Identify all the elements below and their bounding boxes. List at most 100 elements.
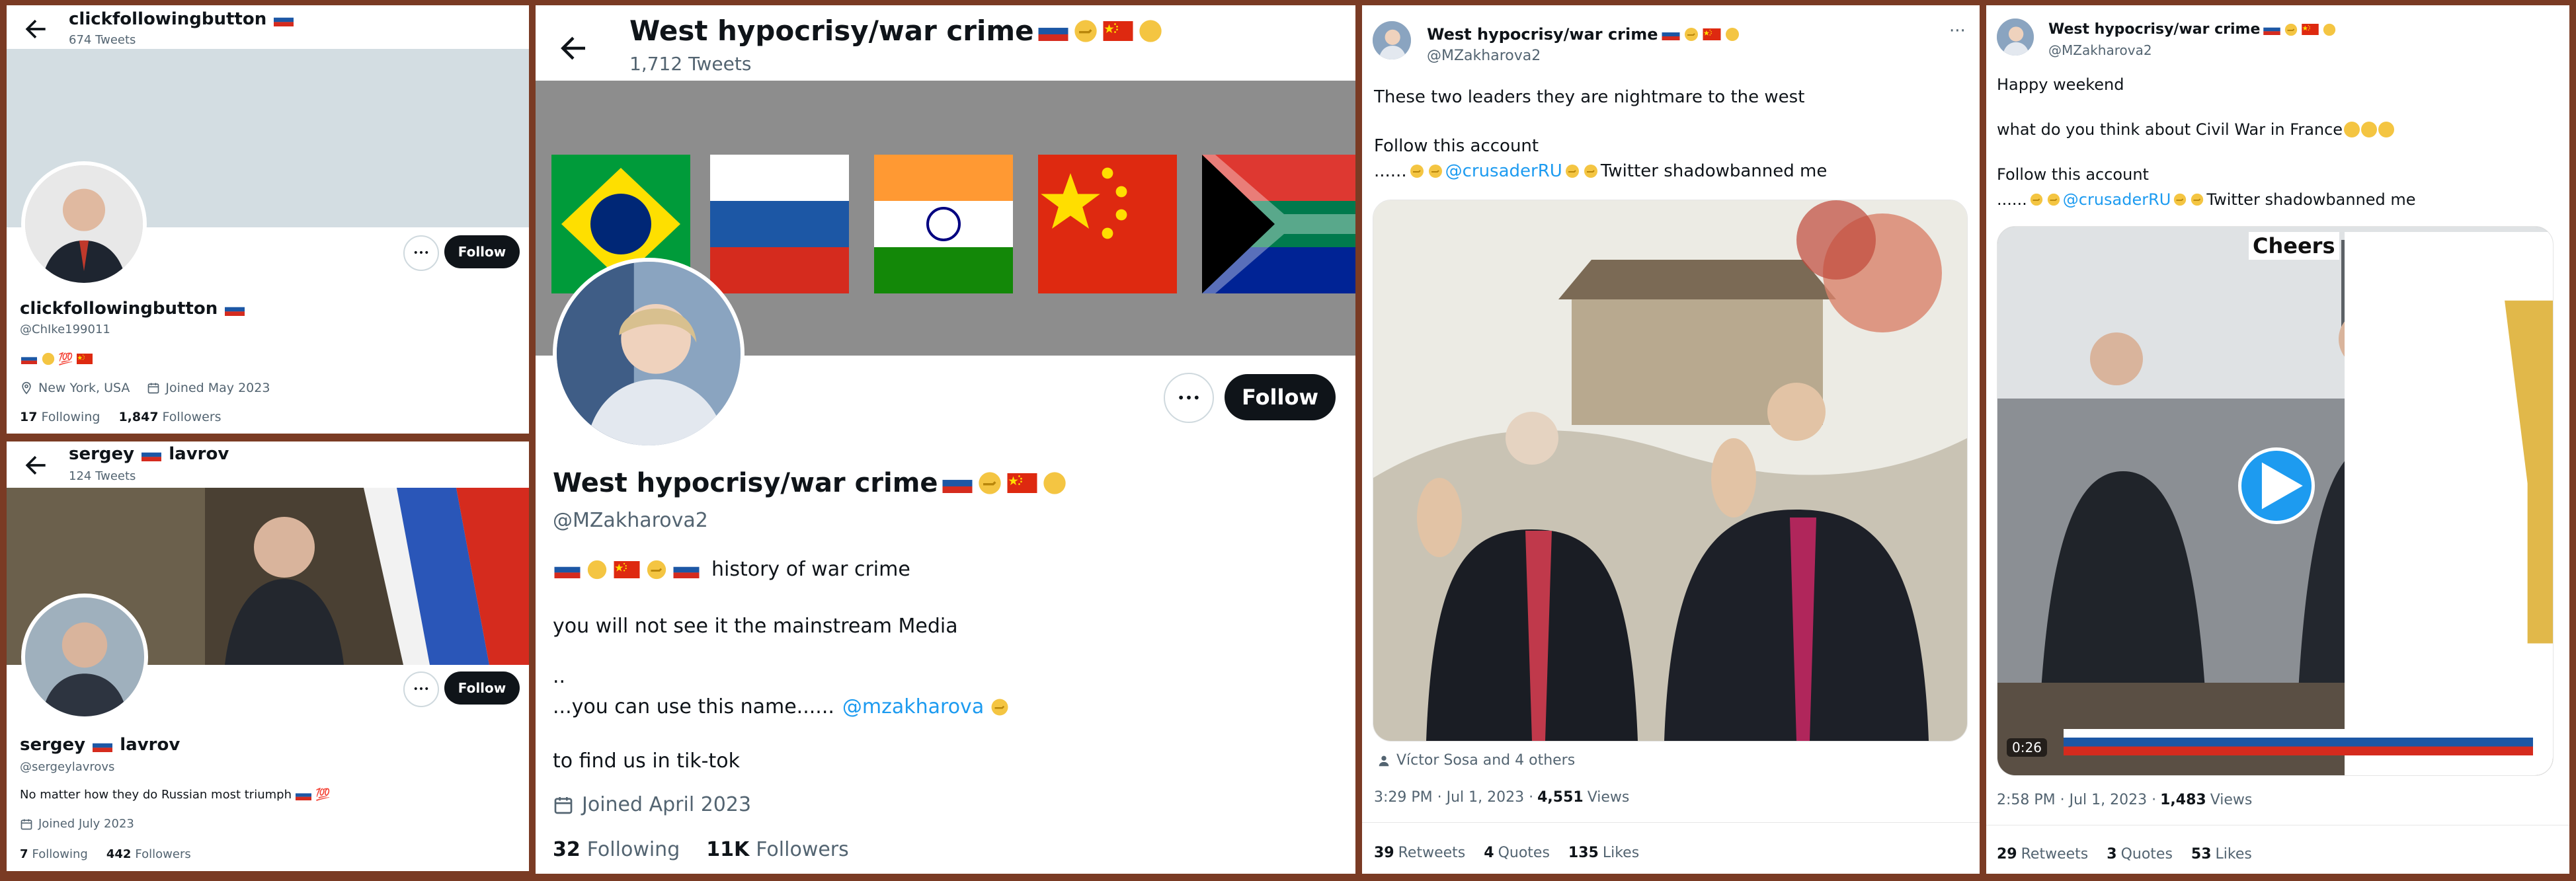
flexed-biceps-icon — [1043, 472, 1066, 494]
handshake-icon — [645, 558, 668, 581]
tweet-text-line-1: These two leaders they are nightmare to … — [1374, 87, 1805, 107]
likes-label[interactable]: Likes — [2216, 846, 2252, 862]
author-handle[interactable]: @MZakharova2 — [1427, 48, 1541, 64]
retweets-count[interactable]: 29 — [1997, 846, 2017, 862]
quotes-count[interactable]: 3 — [2107, 846, 2116, 862]
following-label[interactable]: Following — [32, 847, 88, 861]
quotes-label[interactable]: Quotes — [1498, 845, 1550, 861]
mention-link[interactable]: @crusaderRU — [2063, 190, 2171, 209]
followers-count[interactable]: 442 — [106, 847, 132, 861]
tweet-text-suffix: Twitter shadowbanned me — [1600, 161, 1828, 181]
likes-count[interactable]: 135 — [1568, 845, 1599, 861]
followers-count[interactable]: 11K — [706, 838, 749, 861]
following-count[interactable]: 32 — [553, 838, 581, 861]
tweet-count: 1,712 Tweets — [629, 53, 752, 75]
followers-label[interactable]: Followers — [135, 847, 190, 861]
author-handle[interactable]: @MZakharova2 — [2048, 42, 2152, 58]
hundred-points-icon: 💯 — [315, 788, 331, 802]
tweet-text-line-2: Follow this account — [1374, 136, 1539, 156]
follow-button[interactable]: Follow — [1225, 374, 1336, 420]
location: New York, USA — [38, 381, 130, 395]
author-name[interactable]: West hypocrisy/war crime — [1427, 25, 1658, 44]
location-pin-icon — [20, 381, 33, 395]
china-flag-icon — [1103, 21, 1133, 41]
pointing-right-icon — [2046, 192, 2062, 207]
russia-flag-icon — [141, 448, 161, 461]
views-count: 1,483 — [2160, 792, 2206, 808]
author-avatar[interactable] — [1995, 17, 2035, 57]
handle: @sergeylavrovs — [20, 760, 115, 774]
more-options-icon[interactable]: ··· — [1949, 21, 1966, 41]
avatar[interactable] — [21, 161, 147, 287]
play-icon — [2261, 462, 2303, 510]
display-name: clickfollowingbutton — [20, 299, 218, 319]
tweet-video[interactable]: Cheers 0:26 — [1997, 226, 2554, 776]
views-label: Views — [2210, 792, 2253, 808]
mention-link[interactable]: @mzakharova — [842, 695, 984, 718]
avatar[interactable] — [21, 594, 148, 720]
followers-label[interactable]: Followers — [163, 410, 221, 424]
more-options-button[interactable]: ••• — [1164, 373, 1214, 423]
author-avatar[interactable] — [1371, 20, 1412, 61]
handshake-icon — [1072, 18, 1099, 44]
display-name: sergey — [20, 735, 86, 755]
bio: No matter how they do Russian most trium… — [20, 788, 292, 802]
author-name[interactable]: West hypocrisy/war crime — [2048, 21, 2260, 38]
back-arrow-icon[interactable] — [555, 30, 591, 66]
more-options-button[interactable]: ••• — [403, 235, 439, 271]
pointing-left-icon — [2189, 192, 2205, 207]
avatar[interactable] — [553, 258, 745, 449]
joined-date: Joined May 2023 — [165, 381, 270, 395]
quotes-count[interactable]: 4 — [1484, 845, 1494, 861]
flexed-biceps-icon — [1139, 19, 1162, 42]
views-count: 4,551 — [1537, 789, 1584, 806]
following-label[interactable]: Following — [587, 838, 680, 861]
followers-count[interactable]: 1,847 — [118, 410, 158, 424]
more-options-button[interactable]: ••• — [403, 671, 439, 707]
timestamp[interactable]: 2:58 PM · Jul 1, 2023 · — [1997, 792, 2156, 808]
follow-button[interactable]: Follow — [444, 235, 520, 268]
follow-button[interactable]: Follow — [444, 671, 520, 705]
back-arrow-icon[interactable] — [21, 451, 50, 480]
russia-flag-icon — [93, 739, 112, 752]
display-name-suffix: lavrov — [120, 735, 181, 755]
pointing-left-icon — [1564, 163, 1581, 179]
tweet-count: 124 Tweets — [69, 469, 136, 483]
retweets-label[interactable]: Retweets — [1398, 845, 1466, 861]
retweets-count[interactable]: 39 — [1374, 845, 1394, 861]
pointing-left-icon — [988, 697, 1012, 717]
tweet-text-line-1: Happy weekend — [1997, 75, 2124, 94]
tweet-count: 674 Tweets — [69, 33, 136, 47]
likes-count[interactable]: 53 — [2191, 846, 2212, 862]
profile-panel-clickfollowingbutton: clickfollowingbutton 674 Tweets ••• Foll… — [7, 5, 529, 434]
tweet-text-suffix: Twitter shadowbanned me — [2206, 190, 2416, 209]
timestamp[interactable]: 3:29 PM · Jul 1, 2023 · — [1374, 789, 1533, 806]
play-button[interactable] — [2238, 447, 2315, 524]
hundred-points-icon: 💯 — [58, 352, 73, 366]
header-name: West hypocrisy/war crime — [629, 15, 1034, 47]
retweets-label[interactable]: Retweets — [2021, 846, 2089, 862]
following-label[interactable]: Following — [41, 410, 100, 424]
tweet-text-line-2: what do you think about Civil War in Fra… — [1997, 120, 2343, 139]
likes-label[interactable]: Likes — [1603, 845, 1639, 861]
calendar-icon — [553, 794, 574, 816]
tagged-users[interactable]: Víctor Sosa and 4 others — [1396, 752, 1575, 769]
russia-flag-icon — [2263, 24, 2280, 35]
tweet-image[interactable] — [1373, 200, 1968, 742]
pointing-left-icon — [2172, 192, 2188, 207]
tweet-panel-leaders: West hypocrisy/war crime @MZakharova2 ··… — [1362, 5, 1980, 874]
joined-date: Joined July 2023 — [38, 817, 134, 831]
quotes-label[interactable]: Quotes — [2121, 846, 2173, 862]
following-count[interactable]: 7 — [20, 847, 28, 861]
handshake-icon — [977, 470, 1003, 496]
calendar-icon — [20, 818, 33, 831]
followers-label[interactable]: Followers — [756, 838, 849, 861]
handshake-icon — [1683, 26, 1699, 42]
russia-flag-icon — [942, 473, 973, 493]
following-count[interactable]: 17 — [20, 410, 37, 424]
mention-link[interactable]: @crusaderRU — [1445, 161, 1562, 181]
views-label: Views — [1587, 789, 1630, 806]
china-flag-icon — [2302, 24, 2319, 35]
laughing-emoji-icon — [2344, 122, 2360, 137]
back-arrow-icon[interactable] — [21, 15, 50, 44]
